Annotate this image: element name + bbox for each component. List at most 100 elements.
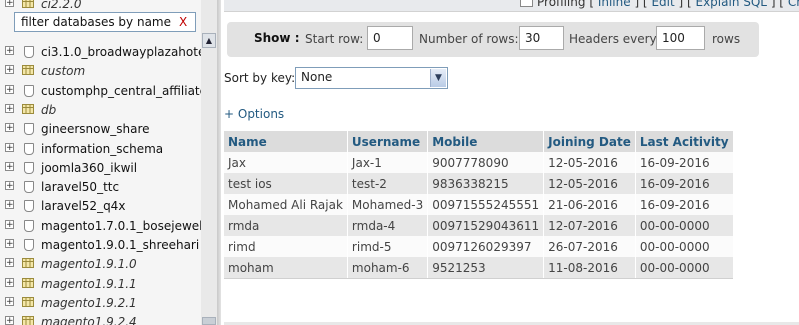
explain-sql-link[interactable]: Explain SQL <box>696 0 768 9</box>
table-cell[interactable]: 16-09-2016 <box>635 152 733 173</box>
expand-icon[interactable]: + <box>5 46 14 56</box>
database-item[interactable]: + magento1.9.2.1 <box>5 295 201 311</box>
table-cell[interactable]: moham <box>224 257 348 279</box>
rows-suffix-label: rows <box>712 32 741 46</box>
table-row[interactable]: Jax Jax-1 9007778090 12-05-2016 16-09-2016 <box>224 152 733 173</box>
table-row[interactable]: rmda rmda-4 00971529043611 12-07-2016 00-00-… <box>224 215 733 236</box>
table-cell[interactable]: 00-00-0000 <box>635 257 733 279</box>
scrollbar-thumb[interactable] <box>202 317 216 325</box>
database-item[interactable]: + ci3.1.0_broadwayplazahotel <box>5 44 209 60</box>
expand-icon[interactable]: + <box>5 142 14 152</box>
database-item[interactable]: + laravel52_q4x <box>5 198 201 214</box>
column-header[interactable]: Username <box>347 131 429 152</box>
database-item[interactable]: + magento1.9.0.1_shreehari <box>5 237 201 253</box>
table-cell[interactable]: rmda-4 <box>347 215 429 236</box>
database-item[interactable]: + db <box>5 102 201 118</box>
navigation-scrollbar[interactable] <box>201 0 217 325</box>
table-cell[interactable]: test ios <box>224 173 348 194</box>
scroll-up-icon[interactable]: ▲ <box>202 33 216 48</box>
clear-filter-button[interactable]: X <box>179 14 187 30</box>
table-cell[interactable]: 0097126029397 <box>427 236 545 257</box>
database-item[interactable]: + custom <box>5 63 201 79</box>
table-cell[interactable]: 9007778090 <box>427 152 545 173</box>
expand-icon[interactable]: + <box>5 123 14 133</box>
database-label: customphp_central_affiliate <box>41 83 208 98</box>
expand-icon[interactable]: + <box>5 0 14 8</box>
expand-icon[interactable]: + <box>5 277 14 287</box>
chevron-down-icon[interactable]: ▼ <box>430 69 446 87</box>
table-cell[interactable]: 9836338215 <box>427 173 545 194</box>
table-row[interactable]: test ios test-2 9836338215 12-05-2016 16-09-… <box>224 173 733 194</box>
table-cell[interactable]: 21-06-2016 <box>543 194 636 215</box>
options-link[interactable]: + Options <box>224 107 284 121</box>
table-cell[interactable]: moham-6 <box>347 257 429 279</box>
sort-by-key-select[interactable]: None ▼ <box>295 67 448 89</box>
table-row[interactable]: Mohamed Ali Rajak Mohamed-3 00971555245551… <box>224 194 733 215</box>
number-of-rows-input[interactable]: 30 <box>519 26 564 50</box>
expand-icon[interactable]: + <box>5 200 14 210</box>
database-item[interactable]: + customphp_central_affiliate <box>5 83 207 99</box>
table-cell[interactable]: 26-07-2016 <box>543 236 636 257</box>
start-row-input[interactable]: 0 <box>367 26 413 50</box>
table-cell[interactable]: 9521253 <box>427 257 545 279</box>
expand-icon[interactable]: + <box>5 103 14 113</box>
expand-icon[interactable]: + <box>5 65 14 75</box>
table-cell[interactable]: 11-08-2016 <box>543 257 636 279</box>
table-cell[interactable]: Mohamed-3 <box>347 194 429 215</box>
profiling-checkbox[interactable] <box>520 0 533 7</box>
expand-icon[interactable]: + <box>5 258 14 268</box>
number-of-rows-label: Number of rows: <box>419 32 519 46</box>
table-cell[interactable]: 00-00-0000 <box>635 236 733 257</box>
table-cell[interactable]: 12-05-2016 <box>543 152 636 173</box>
table-cell[interactable]: rmda <box>224 215 348 236</box>
show-button[interactable]: Show : <box>254 31 300 45</box>
table-cell[interactable]: 12-05-2016 <box>543 173 636 194</box>
database-icon <box>24 200 34 213</box>
expand-icon[interactable]: + <box>5 181 14 191</box>
edit-link[interactable]: Edit <box>651 0 674 9</box>
table-cell[interactable]: test-2 <box>347 173 429 194</box>
column-header[interactable]: Last Acitivity <box>635 131 733 152</box>
navigation-resizer[interactable] <box>217 0 221 325</box>
inline-link[interactable]: Inline <box>598 0 631 9</box>
table-row[interactable]: rimd rimd-5 0097126029397 26-07-2016 00-00-0… <box>224 236 733 257</box>
table-cell[interactable]: 12-07-2016 <box>543 215 636 236</box>
table-cell[interactable]: 00-00-0000 <box>635 215 733 236</box>
database-item[interactable]: + magento1.9.1.0 <box>5 256 201 272</box>
table-cell[interactable]: rimd-5 <box>347 236 429 257</box>
table-cell[interactable]: 00971555245551 <box>427 194 545 215</box>
expand-icon[interactable]: + <box>5 219 14 229</box>
table-cell[interactable]: 16-09-2016 <box>635 173 733 194</box>
database-item[interactable]: + gineersnow_share <box>5 121 201 137</box>
filter-databases-input[interactable]: filter databases by name X <box>14 12 196 32</box>
database-item[interactable]: + joomla360_ikwil <box>5 160 201 176</box>
database-item[interactable]: + information_schema <box>5 141 201 157</box>
expand-icon[interactable]: + <box>5 316 14 325</box>
database-item[interactable]: + laravel50_ttc <box>5 179 201 195</box>
headers-every-label: Headers every <box>569 32 657 46</box>
create-php-code-link[interactable]: Create <box>788 0 799 9</box>
database-label: gineersnow_share <box>41 122 150 137</box>
table-cell[interactable]: Jax <box>224 152 348 173</box>
table-cell[interactable]: Jax-1 <box>347 152 429 173</box>
expand-icon[interactable]: + <box>5 239 14 249</box>
column-header[interactable]: Mobile <box>427 131 545 152</box>
table-cell[interactable]: rimd <box>224 236 348 257</box>
table-cell[interactable]: 00971529043611 <box>427 215 545 236</box>
table-row[interactable]: moham moham-6 9521253 11-08-2016 00-00-0000 <box>224 257 733 279</box>
database-item[interactable]: + ci2.2.0 <box>5 0 201 12</box>
database-item[interactable]: + magento1.9.1.1 <box>5 276 201 292</box>
database-item[interactable]: + magento1.7.0.1_bosejewelers <box>5 218 217 234</box>
database-item[interactable]: + magento1.9.2.4 <box>5 314 201 325</box>
database-label: joomla360_ikwil <box>41 160 138 175</box>
column-header[interactable]: Joining Date <box>543 131 636 152</box>
expand-icon[interactable]: + <box>5 161 14 171</box>
query-links: Profiling [ Inline ] [ Edit ] [ Explain … <box>520 0 799 9</box>
expand-icon[interactable]: + <box>5 84 14 94</box>
headers-every-input[interactable]: 100 <box>656 26 705 50</box>
column-header[interactable]: Name <box>224 131 348 152</box>
table-cell[interactable]: 16-09-2016 <box>635 194 733 215</box>
table-cell[interactable]: Mohamed Ali Rajak <box>224 194 348 215</box>
expand-icon[interactable]: + <box>5 296 14 306</box>
database-navigation: + ci2.2.0 + ci3.1.0_broadwayplazahotel + cu… <box>0 0 217 325</box>
